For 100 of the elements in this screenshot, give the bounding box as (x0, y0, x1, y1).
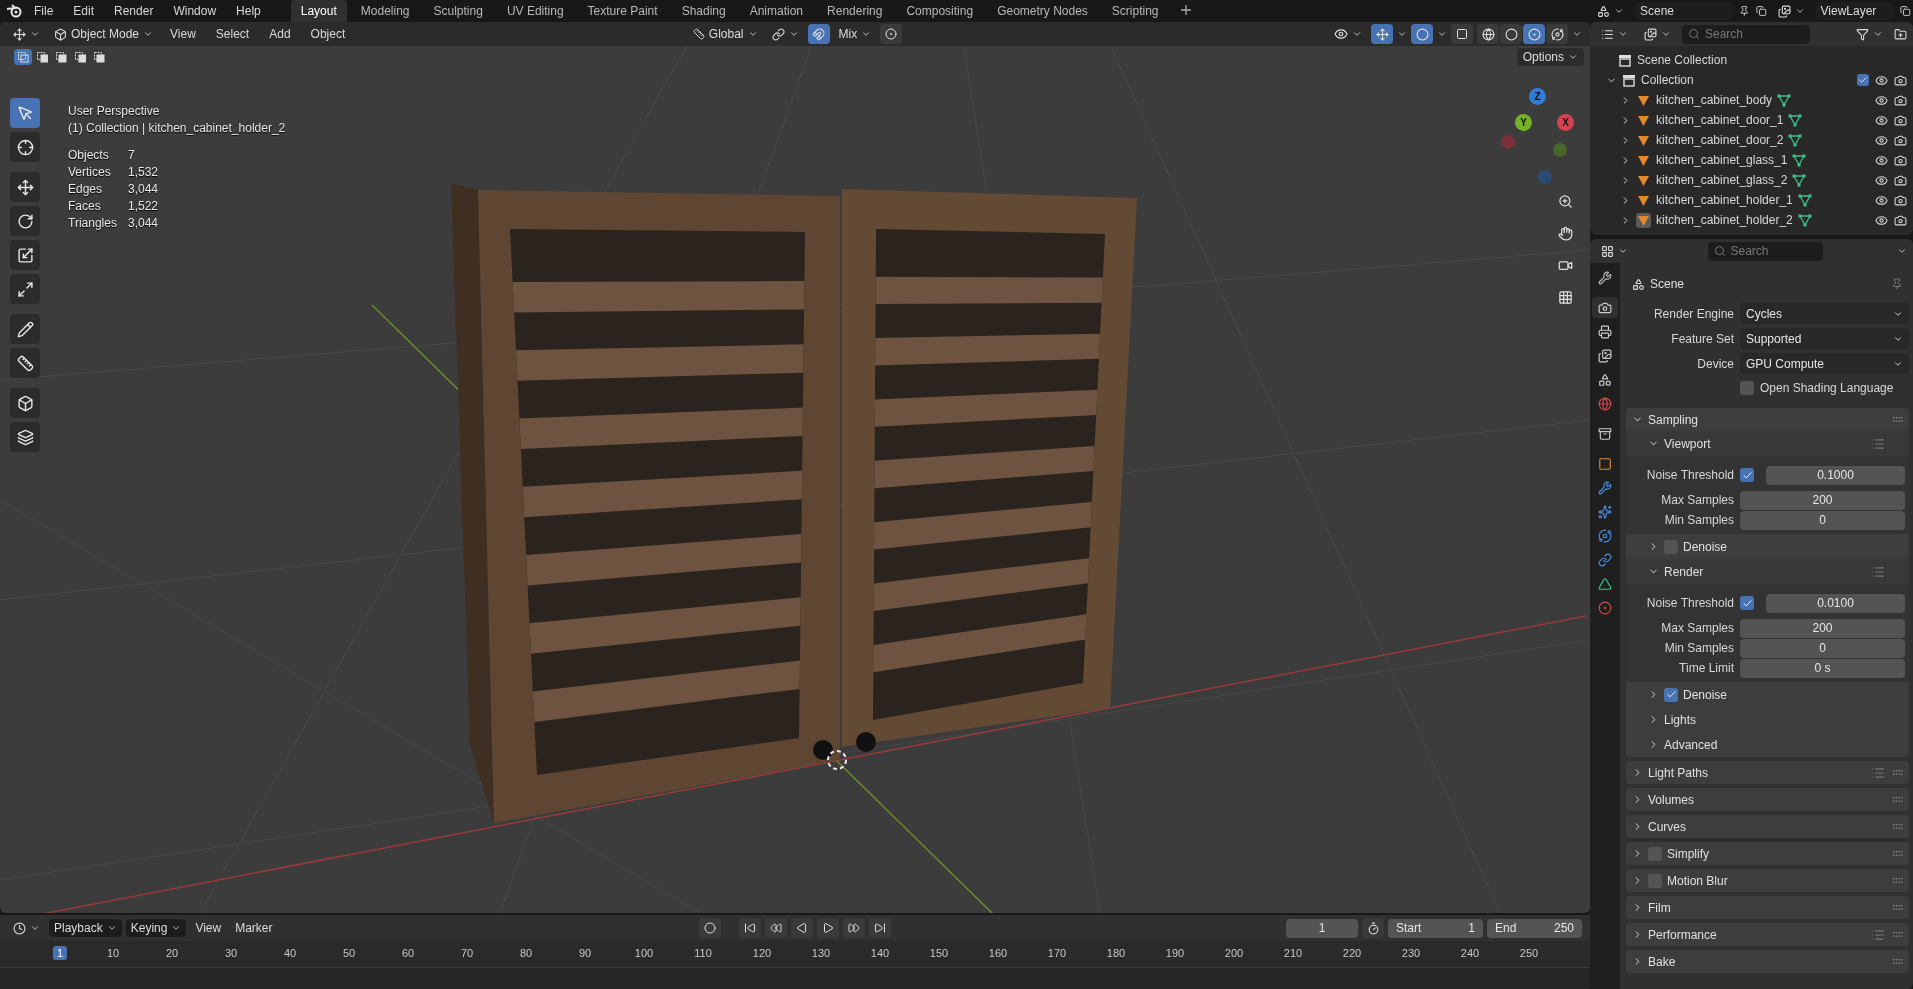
tree-item[interactable]: kitchen_cabinet_body (1656, 93, 1773, 107)
drag-handle-icon[interactable] (1893, 904, 1903, 911)
tree-item[interactable]: kitchen_cabinet_holder_1 (1656, 193, 1793, 207)
tool-button[interactable] (10, 388, 40, 418)
overlay-toggle[interactable] (1411, 24, 1433, 44)
new-collection-icon[interactable] (1894, 27, 1907, 41)
menu-item[interactable]: Edit (65, 1, 103, 21)
checkbox[interactable] (1740, 381, 1754, 395)
proportional-toggle[interactable] (880, 24, 903, 44)
jump-start-button[interactable] (739, 918, 761, 938)
menu-item[interactable]: Window (165, 1, 225, 21)
drag-handle-icon[interactable] (1893, 796, 1903, 803)
logo-icon[interactable] (6, 4, 22, 18)
tool-button[interactable] (10, 240, 40, 270)
copy-icon[interactable] (1900, 5, 1911, 17)
eye-icon[interactable] (1875, 193, 1888, 207)
tool-button[interactable] (10, 172, 40, 202)
checkbox[interactable] (1740, 596, 1754, 610)
camera-icon[interactable] (1894, 173, 1907, 187)
panel-title[interactable]: Advanced (1664, 737, 1718, 752)
menu-item[interactable]: File (26, 1, 62, 21)
tree-item[interactable]: Scene Collection (1637, 53, 1728, 67)
mesh-icon[interactable] (1788, 133, 1803, 147)
eye-icon[interactable] (1875, 113, 1888, 127)
panel-title[interactable]: Sampling (1648, 412, 1699, 427)
object-icon[interactable] (1636, 212, 1651, 228)
mode-dropdown[interactable]: Object Mode (49, 25, 159, 43)
workspace-tab[interactable]: Geometry Nodes (987, 0, 1098, 22)
drag-handle-icon[interactable] (1893, 931, 1903, 938)
shading-button[interactable] (1477, 24, 1499, 44)
tree-item[interactable]: kitchen_cabinet_holder_2 (1656, 213, 1793, 227)
workspace-tab[interactable]: Shading (671, 0, 736, 22)
xray-toggle[interactable] (1451, 24, 1473, 44)
tool-button[interactable] (10, 422, 40, 452)
select-mode-button[interactable] (14, 49, 32, 65)
tree-item[interactable]: Collection (1641, 73, 1694, 87)
tool-button[interactable] (10, 274, 40, 304)
panel-title[interactable]: Simplify (1667, 846, 1709, 861)
tool-button[interactable] (10, 314, 40, 344)
dropdown[interactable]: Cycles (1740, 303, 1909, 324)
eye-icon[interactable] (1875, 73, 1888, 87)
drag-handle-icon[interactable] (1893, 877, 1903, 884)
workspace-tab[interactable]: Layout (290, 0, 347, 22)
mesh-icon[interactable] (1792, 153, 1807, 167)
panel-title[interactable]: Light Paths (1648, 765, 1709, 780)
number-field[interactable]: 0.1000 (1766, 465, 1905, 485)
panel-title[interactable]: Denoise (1683, 539, 1728, 554)
drag-handle-icon[interactable] (1893, 416, 1903, 423)
panel-title[interactable]: Curves (1648, 819, 1686, 834)
camera-icon[interactable] (1894, 73, 1907, 87)
mesh-icon[interactable] (1792, 173, 1807, 187)
camera-icon[interactable] (1894, 93, 1907, 107)
checkbox[interactable] (1857, 74, 1869, 86)
prev-key-button[interactable] (765, 918, 787, 938)
panel-title[interactable]: Motion Blur (1667, 873, 1728, 888)
number-field[interactable]: 0.0100 (1766, 593, 1905, 613)
drag-handle-icon[interactable] (1893, 823, 1903, 830)
start-frame-field[interactable]: Start 1 (1388, 918, 1483, 938)
panel-title[interactable]: Film (1648, 900, 1671, 915)
panel-title[interactable]: Denoise (1683, 687, 1728, 702)
next-key-button[interactable] (843, 918, 865, 938)
orientation-dropdown[interactable]: Global (687, 25, 763, 43)
number-field[interactable]: 200 (1740, 618, 1905, 638)
camera-icon[interactable] (1894, 153, 1907, 167)
tool-button[interactable] (10, 132, 40, 162)
camera-icon[interactable] (1894, 213, 1907, 227)
eye-icon[interactable] (1875, 213, 1888, 227)
search-field[interactable]: Search (1707, 241, 1823, 261)
scene-field[interactable]: Scene (1635, 2, 1734, 20)
checkbox[interactable] (1664, 687, 1678, 702)
tool-button[interactable] (10, 348, 40, 378)
menu-item[interactable]: Select (207, 24, 258, 44)
menu-item[interactable]: View (190, 919, 227, 937)
mesh-icon[interactable] (1788, 113, 1803, 127)
gizmo-toggle[interactable] (1371, 24, 1393, 44)
jump-end-button[interactable] (869, 918, 891, 938)
snap-toggle[interactable] (807, 24, 830, 44)
tree-item[interactable]: kitchen_cabinet_glass_1 (1656, 153, 1788, 167)
panel-title[interactable]: Performance (1648, 927, 1717, 942)
menu-item[interactable]: Marker (230, 919, 278, 937)
menu-item[interactable]: Help (228, 1, 269, 21)
checkbox[interactable] (1740, 468, 1754, 482)
tool-button[interactable] (10, 206, 40, 236)
panel-title[interactable]: Volumes (1648, 792, 1695, 807)
record-button[interactable] (699, 918, 721, 938)
tree-item[interactable]: kitchen_cabinet_door_2 (1656, 133, 1784, 147)
tree-item[interactable]: kitchen_cabinet_door_1 (1656, 113, 1784, 127)
eye-icon[interactable] (1875, 153, 1888, 167)
panel-title[interactable]: Render (1664, 564, 1704, 579)
menu-item[interactable]: Playback (49, 919, 122, 937)
number-field[interactable]: 200 (1740, 490, 1905, 510)
menu-item[interactable]: View (162, 24, 204, 44)
number-field[interactable]: 0 (1740, 510, 1905, 530)
mesh-icon[interactable] (1777, 93, 1792, 107)
workspace-tab[interactable]: Rendering (817, 0, 893, 22)
preview-range-button[interactable] (1362, 918, 1384, 938)
camera-icon[interactable] (1894, 193, 1907, 207)
pin-icon[interactable] (1739, 5, 1750, 17)
workspace-tab[interactable]: UV Editing (496, 0, 574, 22)
workspace-tab[interactable]: Compositing (896, 0, 984, 22)
